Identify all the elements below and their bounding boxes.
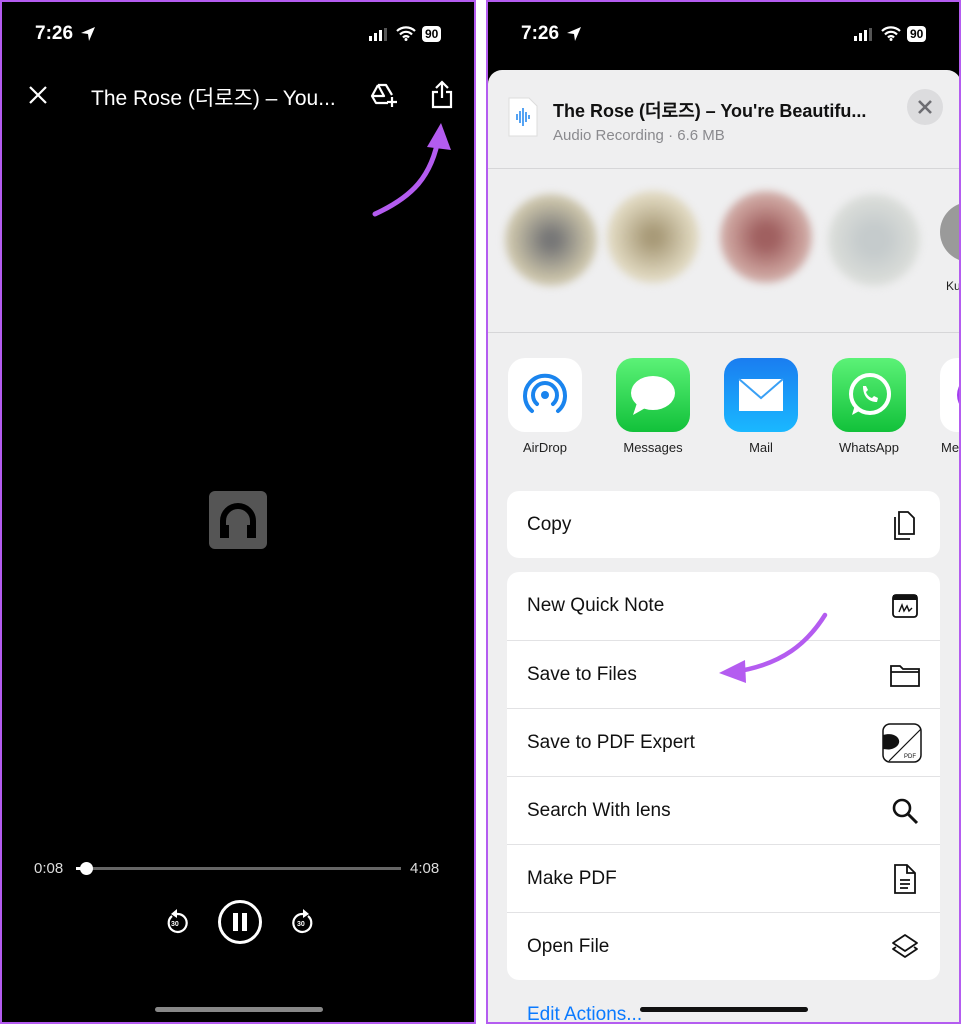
- audio-artwork: [209, 491, 267, 549]
- pause-button[interactable]: [218, 900, 262, 944]
- player-screen: 7:26 90 The Rose (더로즈) – You... 0:08 4:0…: [0, 0, 476, 1024]
- app-label: Me: [941, 440, 960, 455]
- file-title: The Rose (더로즈) – You're Beautifu...: [553, 101, 867, 121]
- pdf-expert-icon: PDF: [882, 723, 922, 763]
- wifi-icon: [396, 26, 416, 41]
- document-icon: [888, 862, 922, 896]
- messages-icon: [631, 376, 675, 415]
- action-label: Save to Files: [527, 664, 637, 685]
- whatsapp-icon: [849, 373, 891, 415]
- app-mail[interactable]: [724, 358, 798, 432]
- annotation-arrow: [372, 123, 451, 217]
- home-indicator[interactable]: [640, 1007, 808, 1012]
- annotation-arrow: [719, 612, 828, 683]
- skip-back-button[interactable]: 30: [163, 907, 191, 937]
- battery-indicator: 90: [422, 26, 442, 42]
- app-label: Mail: [749, 440, 773, 455]
- copy-label: Copy: [527, 514, 572, 535]
- status-time: 7:26: [35, 23, 74, 44]
- elapsed-time: 0:08: [34, 860, 64, 877]
- quick-note-icon: [888, 589, 922, 623]
- search-icon: [888, 794, 922, 828]
- edit-actions-link[interactable]: Edit Actions...: [527, 1004, 642, 1022]
- share-icon[interactable]: [430, 80, 454, 110]
- pause-icon: [233, 913, 247, 931]
- airdrop-icon: [523, 373, 567, 413]
- close-icon[interactable]: [28, 85, 48, 105]
- contact-avatar[interactable]: [607, 191, 699, 283]
- headphones-icon: [220, 503, 256, 538]
- share-sheet: The Rose (더로즈) – You're Beautifu... Audi…: [488, 70, 961, 1022]
- share-sheet-screen: 7:26 90 The Rose (더로즈) – You're Beautifu…: [486, 0, 961, 1024]
- player-title: The Rose (더로즈) – You...: [91, 87, 336, 110]
- contact-avatar[interactable]: [505, 194, 597, 286]
- app-whatsapp[interactable]: [832, 358, 906, 432]
- contact-name: Ku: [946, 279, 961, 293]
- action-label: Search With lens: [527, 800, 671, 821]
- copy-icon: [888, 508, 922, 542]
- layers-icon: [888, 930, 922, 964]
- app-label: WhatsApp: [839, 440, 899, 455]
- location-icon: [81, 27, 95, 41]
- folder-icon: [888, 658, 922, 692]
- app-label: Messages: [623, 440, 683, 455]
- contact-avatar[interactable]: [720, 191, 812, 283]
- app-label: AirDrop: [522, 440, 568, 455]
- svg-text:PDF: PDF: [904, 754, 916, 760]
- skip-forward-button[interactable]: 30: [289, 907, 317, 937]
- action-label: Make PDF: [527, 868, 617, 889]
- action-save-to-pdf-expert[interactable]: Save to PDF Expert PDF: [507, 708, 940, 776]
- action-search-with-lens[interactable]: Search With lens: [507, 776, 940, 844]
- contact-avatar[interactable]: [828, 194, 920, 286]
- progress-track[interactable]: [76, 867, 401, 870]
- app-airdrop[interactable]: [508, 358, 582, 432]
- action-label: New Quick Note: [527, 595, 665, 616]
- status-time: 7:26: [521, 23, 560, 44]
- app-messages[interactable]: [616, 358, 690, 432]
- close-icon: [918, 100, 932, 114]
- copy-action[interactable]: Copy: [507, 491, 940, 558]
- battery-indicator: 90: [907, 26, 927, 42]
- skip-forward-label: 30: [297, 921, 305, 928]
- close-button[interactable]: [907, 89, 943, 125]
- action-make-pdf[interactable]: Make PDF: [507, 844, 940, 912]
- progress-knob[interactable]: [80, 862, 94, 875]
- home-indicator[interactable]: [155, 1007, 323, 1012]
- wifi-icon: [881, 26, 901, 41]
- action-label: Open File: [527, 936, 610, 957]
- file-subtitle: Audio Recording · 6.6 MB: [553, 127, 725, 144]
- location-icon: [567, 27, 581, 41]
- action-label: Save to PDF Expert: [527, 732, 695, 753]
- divider: [488, 332, 959, 333]
- action-open-file[interactable]: Open File: [507, 912, 940, 980]
- add-to-drive-icon[interactable]: [369, 82, 399, 108]
- audio-file-icon: [508, 97, 538, 137]
- messenger-icon: [957, 386, 959, 404]
- duration: 4:08: [410, 860, 440, 877]
- app-messenger[interactable]: [940, 358, 959, 432]
- divider: [488, 168, 959, 169]
- signal-icon: [854, 28, 872, 41]
- signal-icon: [369, 28, 387, 41]
- contact-avatar[interactable]: [940, 202, 959, 262]
- mail-icon: [738, 378, 784, 411]
- skip-back-label: 30: [171, 921, 179, 928]
